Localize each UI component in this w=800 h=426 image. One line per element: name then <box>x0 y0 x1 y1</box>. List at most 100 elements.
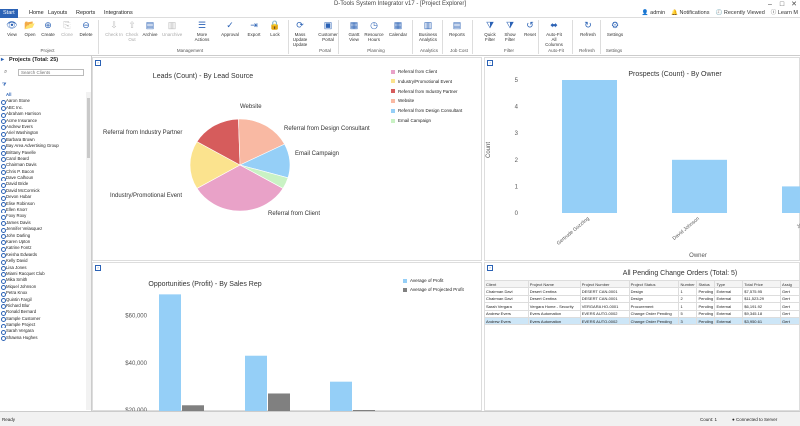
panel-pin-icon[interactable]: ▸ <box>1 56 4 64</box>
customer-portal-icon: ▣ <box>323 20 333 30</box>
ribbon-button-reports[interactable]: ▤ Reports <box>447 19 467 47</box>
bar[interactable] <box>245 355 267 411</box>
column-header[interactable]: Client <box>484 279 529 289</box>
y-tick-label: $60,000 <box>125 314 147 320</box>
tab-reports[interactable]: Reports <box>73 9 98 18</box>
recently-viewed-button[interactable]: 🕘 Recently Viewed <box>716 9 765 18</box>
table-cell: Andrew Evers <box>484 309 529 318</box>
column-header[interactable]: Project Status <box>628 279 680 289</box>
panel-collapse-icon[interactable]: › <box>487 265 493 271</box>
table-cell: Pending <box>696 316 716 326</box>
close-icon[interactable]: ✕ <box>788 0 800 9</box>
tab-start[interactable]: Start <box>0 9 18 18</box>
column-header[interactable]: Type <box>714 279 744 289</box>
column-header[interactable]: Assig <box>780 279 800 289</box>
tab-layouts[interactable]: Layouts <box>45 9 70 18</box>
table-cell: $3,950.61 <box>742 316 782 326</box>
ribbon-button-export[interactable]: ⇥ Export <box>244 19 264 47</box>
table-row[interactable]: Chairman Davi Desert Centina DESERT CAN-00… <box>484 287 800 296</box>
bar[interactable] <box>159 294 181 411</box>
ribbon-button-lock[interactable]: 🔒 Lock <box>265 19 285 47</box>
list-toolbar: ⧩ <box>2 82 6 88</box>
pie-slice-label: Referral from Design Consultant <box>284 126 370 132</box>
menu-right: 👤 admin 🔔 Notifications 🕘 Recently Viewe… <box>642 9 798 18</box>
table-row[interactable]: Andrew Evers Evers Automation EVERS AUTO-0… <box>484 316 800 326</box>
tab-integrations[interactable]: Integrations <box>101 9 136 18</box>
ribbon-button-reset[interactable]: ↺ Reset <box>520 19 540 47</box>
user-icon: 👤 <box>641 10 649 16</box>
panel-collapse-icon[interactable]: › <box>95 60 101 66</box>
search-input[interactable] <box>18 69 84 76</box>
ribbon-button-more-actions[interactable]: ☰ More Actions <box>192 19 212 47</box>
ribbon-button-calendar[interactable]: ▦ Calendar <box>388 19 408 47</box>
ribbon-button-eye[interactable]: 👁 View <box>2 19 22 47</box>
ribbon-button-approval[interactable]: ✓ Approval <box>220 19 240 47</box>
table-cell: External <box>714 302 744 311</box>
bar[interactable] <box>268 393 290 411</box>
ribbon-button-resource-hours[interactable]: ◷ Resource Hours <box>364 19 384 47</box>
column-header[interactable]: Status <box>696 279 716 289</box>
ribbon-button-settings[interactable]: ⚙ Settings <box>605 19 625 47</box>
user-menu[interactable]: 👤 admin <box>642 9 665 18</box>
ribbon-button-unarchive[interactable]: ▥ Unarchive <box>162 19 182 47</box>
ribbon-button-refresh[interactable]: ↻ Refresh <box>578 19 598 47</box>
ribbon-group-label: Planning <box>367 48 385 53</box>
list-item[interactable]: Shawna Hughes <box>0 335 86 342</box>
legend-label: Referral from Client <box>398 69 438 74</box>
bar[interactable] <box>562 80 617 213</box>
ribbon-button-label: Show Filter <box>504 32 516 42</box>
pie-slice-label: Referral from Industry Partner <box>103 130 183 136</box>
ribbon-button-mass-update[interactable]: ⟳ Mass Update Update <box>290 19 310 47</box>
export-icon: ⇥ <box>250 20 258 30</box>
tab-home[interactable]: Home <box>26 9 47 18</box>
unarchive-icon: ▥ <box>167 20 177 30</box>
bar[interactable] <box>782 186 800 213</box>
y-tick-label: 0 <box>515 211 519 217</box>
legend-label: Email Campaign <box>398 118 432 123</box>
ribbon-button-folder-open[interactable]: 📂 Open <box>20 19 40 47</box>
column-header[interactable]: Total Price <box>742 279 782 289</box>
column-header[interactable]: Number <box>678 279 698 289</box>
folder-open-icon: 📂 <box>24 20 36 30</box>
x-tick-label: David Johnson <box>672 216 701 242</box>
table-row[interactable]: Chairman Davi Desert Centina DESERT CAN-00… <box>484 294 800 304</box>
notifications-button[interactable]: 🔔 Notifications <box>671 9 709 18</box>
legend-label: Referral from Design Consultant <box>398 108 463 114</box>
learn-button[interactable]: ⓘ Learn M <box>771 9 798 18</box>
ribbon-button-customer-portal[interactable]: ▣ Customer Portal <box>318 19 338 47</box>
scroll-thumb[interactable] <box>87 98 90 158</box>
ribbon-button-check-out[interactable]: ⇧ Check Out <box>122 19 142 47</box>
ribbon-button-quick-filter[interactable]: ⧩ Quick Filter <box>480 19 500 47</box>
table-cell: $9,345.18 <box>742 309 782 318</box>
ribbon-button-label: Refresh <box>580 32 596 37</box>
ribbon-button-label: View <box>7 32 17 37</box>
table-cell: Gert <box>780 309 800 318</box>
filter-icon[interactable]: ⧩ <box>2 82 6 88</box>
minimize-icon[interactable]: – <box>764 0 776 9</box>
table-row[interactable]: Andrew Evers Evers Automation EVERS AUTO-0… <box>484 309 800 318</box>
ribbon-button-clone[interactable]: ⎘ Clone <box>57 19 77 47</box>
ribbon-button-check-in[interactable]: ⇩ Check In <box>104 19 124 47</box>
column-header[interactable]: Project Name <box>527 279 581 289</box>
pie-slice-label: Website <box>240 104 262 110</box>
table-row[interactable]: Sarah Vergara Vergara Home - Security VERG… <box>484 302 800 311</box>
ribbon-button-analytics[interactable]: ▥ Business Analytics <box>418 19 438 47</box>
ribbon-button-plus[interactable]: ⊕ Create <box>38 19 58 47</box>
client-list: All Aaron Stone ABC Inc. Abraham Harrison A… <box>0 92 86 410</box>
ribbon-button-archive[interactable]: ▤ Archive <box>140 19 160 47</box>
legend-item: Average of Projected Profit <box>403 287 464 293</box>
scrollbar[interactable] <box>86 92 91 410</box>
ribbon-separator <box>572 20 573 54</box>
column-header[interactable]: Project Number <box>579 279 630 289</box>
status-count: Count: 1 <box>700 417 718 422</box>
ribbon-group-label: Settings <box>605 48 623 53</box>
ribbon-button-gantt[interactable]: ▦ Gantt View <box>344 19 364 47</box>
y-axis-label: Count <box>486 142 492 158</box>
ribbon-button-show-filter[interactable]: ⧩ Show Filter <box>500 19 520 47</box>
maximize-icon[interactable]: □ <box>776 0 788 9</box>
ribbon-button-delete[interactable]: ⊖ Delete <box>76 19 96 47</box>
leads-chart-title: Leads (Count) - By Lead Source <box>152 73 254 80</box>
bar[interactable] <box>330 381 352 411</box>
ribbon-button-auto-fit[interactable]: ⬌ Auto-Fit All Columns <box>544 19 564 47</box>
bar[interactable] <box>672 159 727 213</box>
